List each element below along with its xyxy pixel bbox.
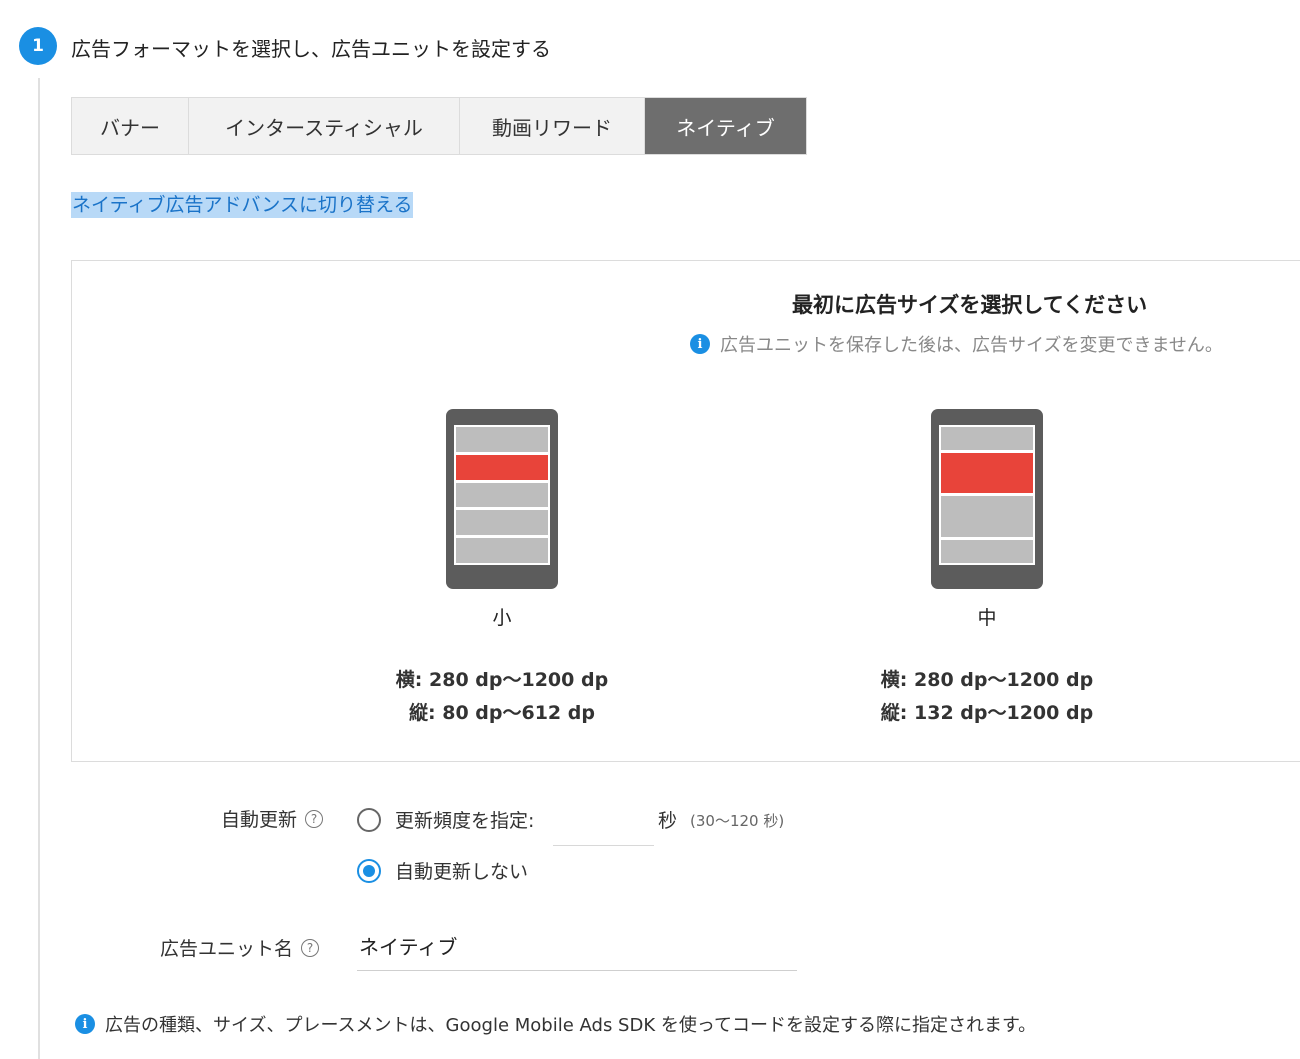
height-range: 縦: 132 dp〜1200 dp (880, 702, 1094, 724)
help-icon[interactable]: ? (305, 809, 324, 828)
ad-unit-name-label: 広告ユニット名 ? (160, 934, 320, 961)
content-row (941, 495, 1033, 537)
content-row (456, 538, 548, 563)
width-range: 横: 280 dp〜1200 dp (395, 669, 609, 691)
no-auto-refresh-radio[interactable] (357, 858, 381, 883)
tab-native[interactable]: ネイティブ (645, 98, 806, 154)
ad-unit-setup-page: 1 広告フォーマットを選択し、広告ユニットを設定する バナー インタースティシャ… (0, 0, 1300, 1059)
size-label-small: 小 (492, 607, 512, 629)
ad-size-option-small[interactable]: 小 横: 280 dp〜1200 dp 縦: 80 dp〜612 dp (382, 409, 622, 730)
tab-banner[interactable]: バナー (72, 98, 189, 154)
refresh-interval-range: (30〜120 秒) (690, 812, 785, 830)
help-icon[interactable]: ? (301, 938, 320, 957)
ad-size-option-medium[interactable]: 中 横: 280 dp〜1200 dp 縦: 132 dp〜1200 dp (867, 409, 1107, 730)
height-range: 縦: 80 dp〜612 dp (409, 702, 595, 724)
ad-placement-row (456, 454, 548, 480)
content-row (456, 427, 548, 452)
content-row (941, 539, 1033, 563)
info-icon: i (690, 334, 710, 354)
step-number-badge: 1 (19, 27, 57, 65)
phone-screen (939, 425, 1035, 565)
no-auto-refresh-option[interactable]: 自動更新しない (357, 857, 528, 884)
refresh-interval-label: 更新頻度を指定: (395, 810, 535, 832)
phone-screen (454, 425, 550, 565)
size-label-medium: 中 (977, 607, 997, 629)
content-row (941, 427, 1033, 451)
sdk-info-text: 広告の種類、サイズ、プレースメントは、Google Mobile Ads SDK… (105, 1015, 1037, 1036)
size-dimensions-small: 横: 280 dp〜1200 dp 縦: 80 dp〜612 dp (396, 664, 608, 730)
refresh-interval-radio[interactable] (357, 807, 381, 832)
no-auto-refresh-label: 自動更新しない (395, 861, 529, 883)
info-icon: i (75, 1014, 95, 1034)
auto-refresh-label-text: 自動更新 (221, 809, 298, 831)
ad-size-panel-title: 最初に広告サイズを選択してください (792, 293, 1148, 317)
phone-small-illustration (446, 409, 558, 589)
tab-rewarded-video[interactable]: 動画リワード (460, 98, 645, 154)
ad-size-info-text: 広告ユニットを保存した後は、広告サイズを変更できません。 (720, 335, 1223, 356)
switch-to-native-advanced-link[interactable]: ネイティブ広告アドバンスに切り替える (71, 192, 414, 218)
ad-placement-row (941, 453, 1033, 493)
step-connector-line (38, 78, 40, 1059)
ad-size-panel: 最初に広告サイズを選択してください i 広告ユニットを保存した後は、広告サイズを… (71, 260, 1300, 762)
width-range: 横: 280 dp〜1200 dp (880, 669, 1094, 691)
auto-refresh-label: 自動更新 ? (221, 805, 324, 832)
refresh-interval-input[interactable] (553, 799, 654, 846)
phone-medium-illustration (931, 409, 1043, 589)
content-row (456, 482, 548, 508)
refresh-interval-option[interactable]: 更新頻度を指定: (357, 806, 534, 833)
sdk-info-note: i 広告の種類、サイズ、プレースメントは、Google Mobile Ads S… (75, 1011, 1036, 1037)
ad-unit-name-label-text: 広告ユニット名 (160, 938, 294, 960)
tab-interstitial[interactable]: インタースティシャル (189, 98, 460, 154)
ad-format-tabs: バナー インタースティシャル 動画リワード ネイティブ (71, 97, 807, 155)
ad-size-info: i 広告ユニットを保存した後は、広告サイズを変更できません。 (690, 331, 1223, 357)
size-dimensions-medium: 横: 280 dp〜1200 dp 縦: 132 dp〜1200 dp (881, 664, 1093, 730)
step-title: 広告フォーマットを選択し、広告ユニットを設定する (71, 37, 551, 61)
seconds-unit: 秒 (658, 810, 678, 832)
content-row (456, 510, 548, 536)
ad-unit-name-input[interactable] (357, 920, 797, 971)
